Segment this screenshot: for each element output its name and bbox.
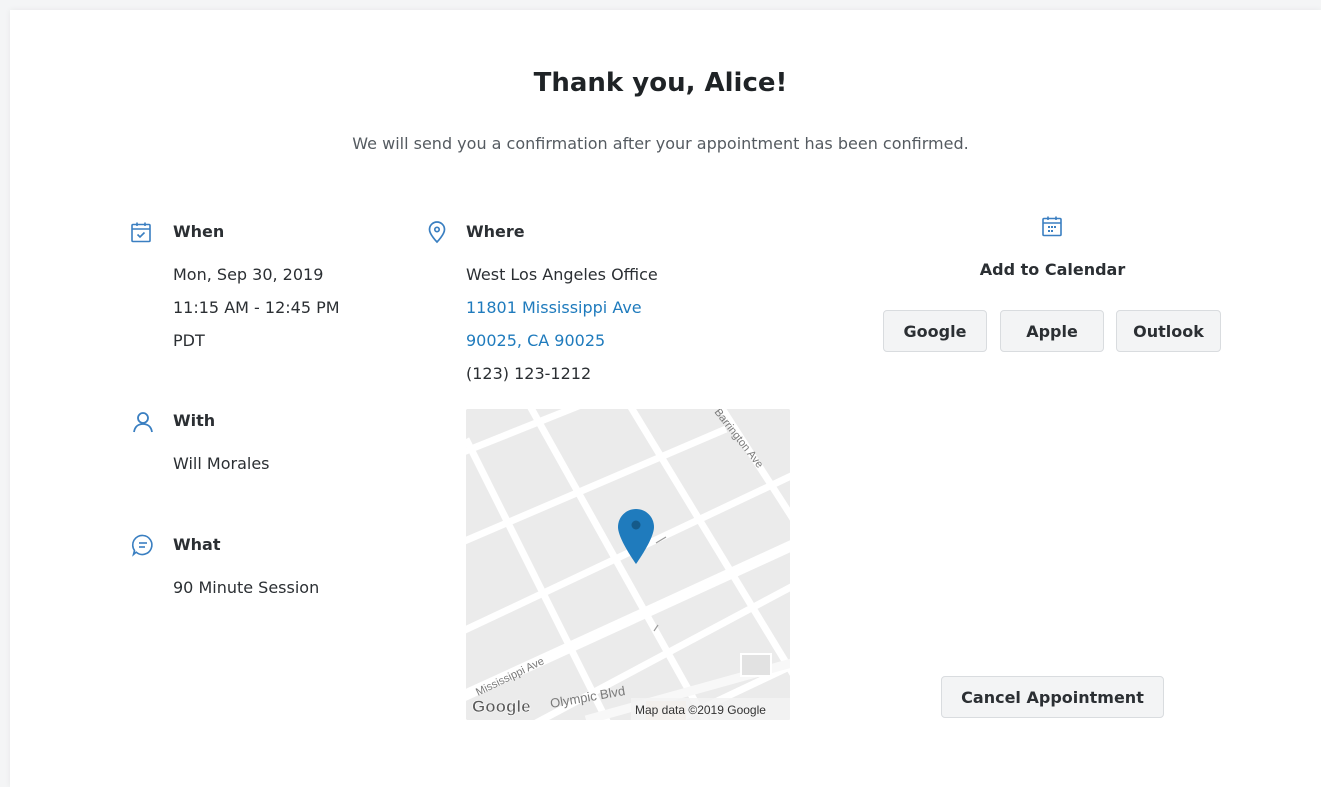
appointment-timezone: PDT: [173, 331, 205, 350]
outlook-calendar-button[interactable]: Outlook: [1116, 310, 1221, 352]
add-to-calendar-title: Add to Calendar: [979, 260, 1126, 279]
office-phone: (123) 123-1212: [466, 364, 592, 383]
staff-name: Will Morales: [173, 454, 270, 473]
what-label: What: [173, 535, 221, 554]
where-label: Where: [466, 222, 525, 241]
apple-calendar-button[interactable]: Apple: [1000, 310, 1104, 352]
google-calendar-button[interactable]: Google: [883, 310, 987, 352]
cancel-appointment-button[interactable]: Cancel Appointment: [941, 676, 1164, 718]
map-attribution: Map data ©2019 Google: [635, 703, 766, 717]
appointment-date: Mon, Sep 30, 2019: [173, 265, 324, 284]
chat-bubble-icon: [131, 533, 155, 557]
service-name: 90 Minute Session: [173, 578, 320, 597]
location-map[interactable]: Barrington Ave Mississippi Ave Olympic B…: [466, 409, 790, 720]
appointment-time: 11:15 AM - 12:45 PM: [173, 298, 340, 317]
user-icon: [131, 410, 155, 434]
calendar-check-icon: [129, 220, 153, 244]
google-logo: Google: [472, 697, 531, 716]
with-label: With: [173, 411, 216, 430]
location-pin-icon: [425, 220, 449, 244]
confirmation-message: We will send you a confirmation after yo…: [352, 134, 969, 153]
page-title: Thank you, Alice!: [533, 68, 788, 98]
calendar-icon: [1040, 214, 1064, 238]
street-address-link[interactable]: 11801 Mississippi Ave: [466, 298, 642, 317]
city-zip-link[interactable]: 90025, CA 90025: [466, 331, 605, 350]
office-name: West Los Angeles Office: [466, 265, 658, 284]
when-label: When: [173, 222, 225, 241]
